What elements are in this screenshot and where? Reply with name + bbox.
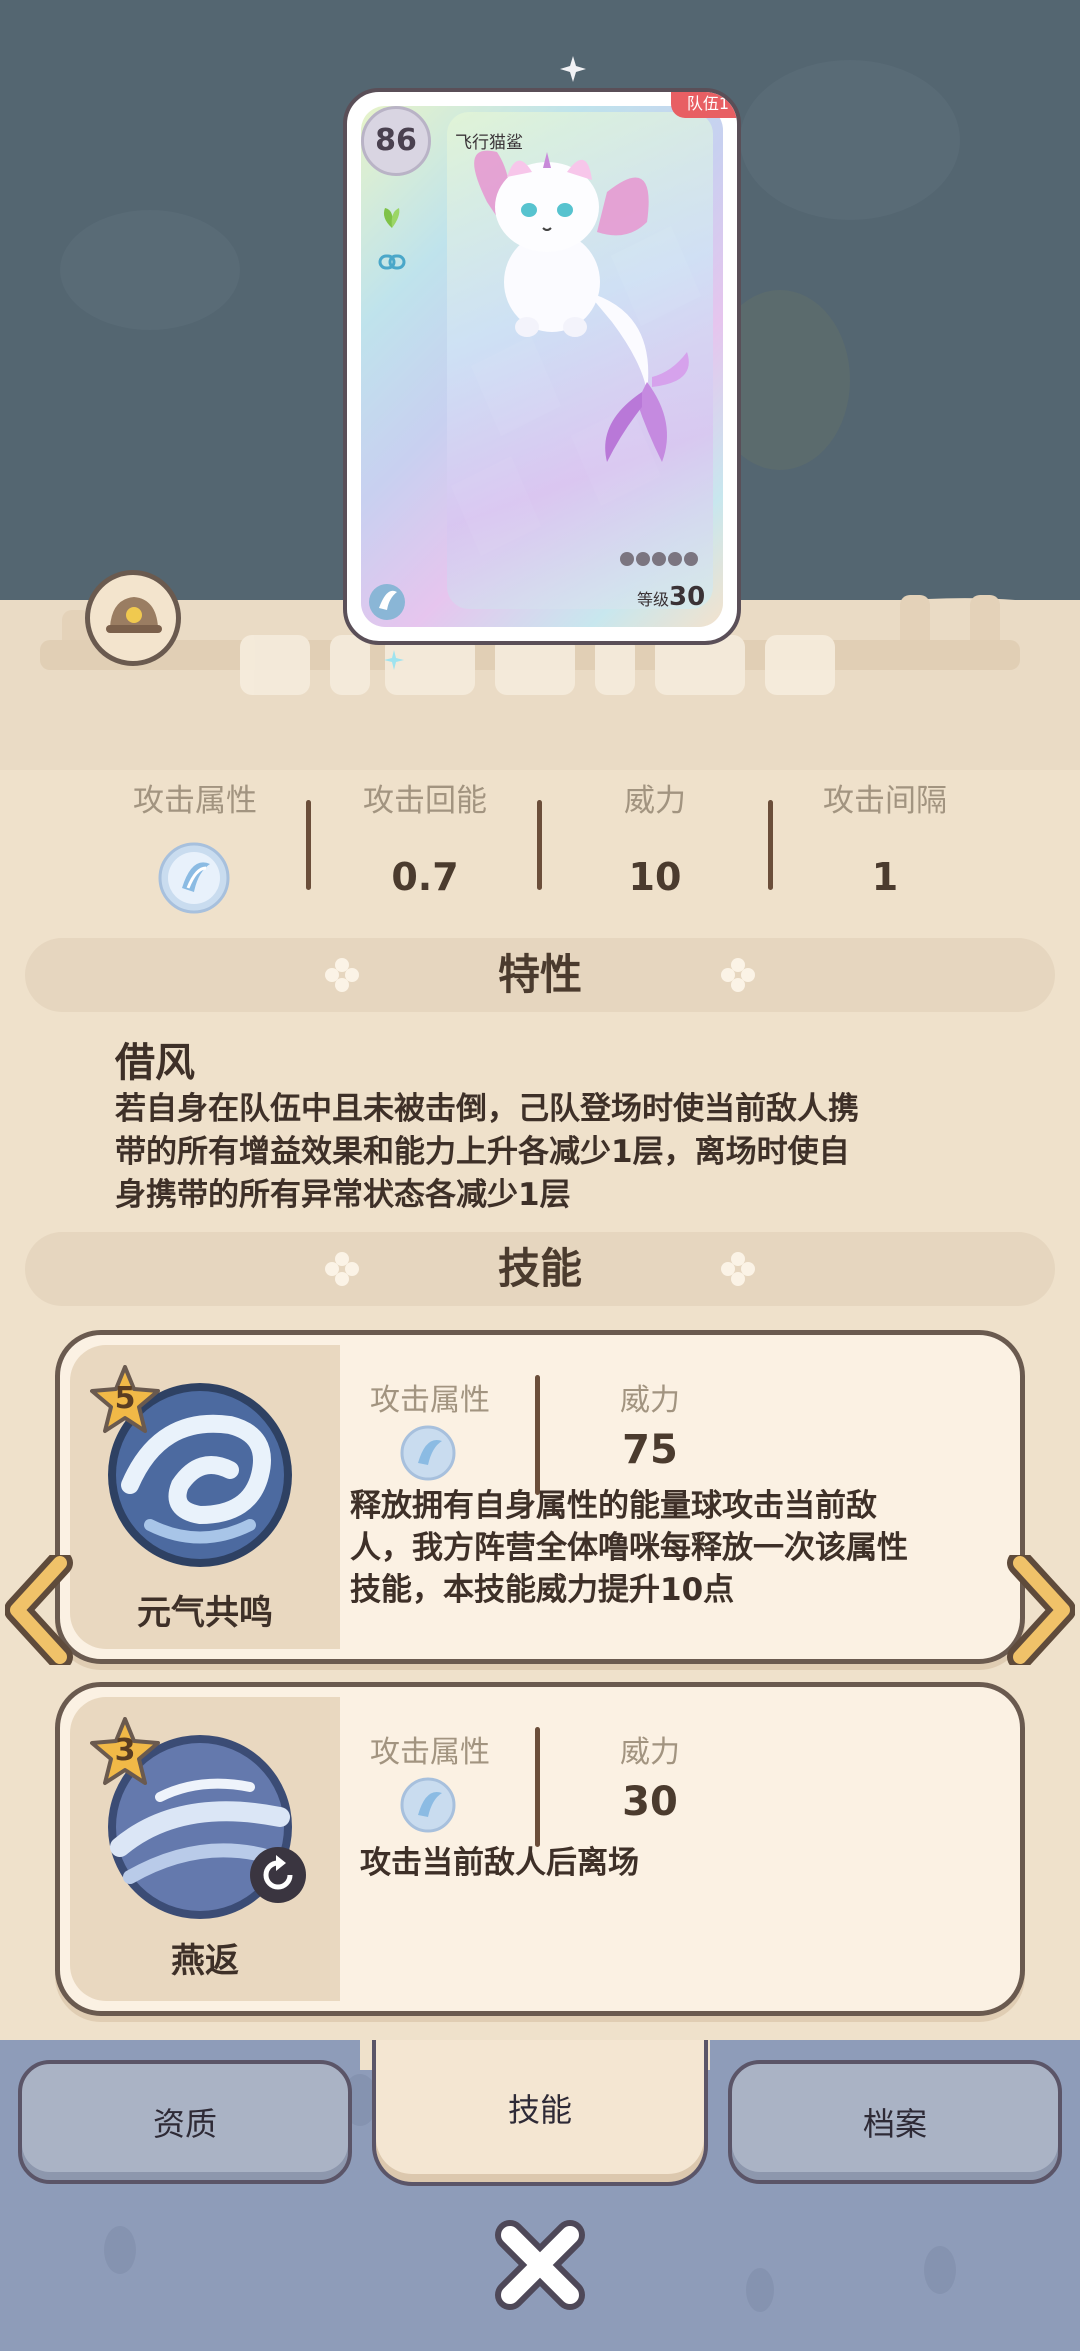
tab-profile[interactable]: 档案 xyxy=(728,2060,1062,2184)
skill-name: 元气共鸣 xyxy=(137,1593,273,1633)
trait-desc-line: 身携带的所有异常状态各减少1层 xyxy=(115,1177,571,1210)
tab-skills[interactable]: 技能 xyxy=(372,2040,708,2186)
stat-label-attack-interval: 攻击间隔 xyxy=(823,783,947,819)
flower-deco-icon xyxy=(721,1252,755,1286)
skill-card[interactable]: 5 元气共鸣 攻击属性 威力 75 释放拥有自身属性的能量球攻击当前敌 人，我方… xyxy=(55,1330,1025,1664)
stat-value-attack-interval: 1 xyxy=(871,855,899,899)
skill-desc-line: 释放拥有自身属性的能量球攻击当前敌 xyxy=(350,1488,877,1524)
divider xyxy=(768,800,773,890)
sparkle-icon xyxy=(560,56,586,82)
stat-label-attack-attribute: 攻击属性 xyxy=(133,783,257,819)
equipment-button[interactable] xyxy=(85,570,181,666)
wind-element-icon xyxy=(400,1425,456,1481)
close-button[interactable] xyxy=(490,2215,590,2315)
card-score: 86 xyxy=(361,106,431,176)
star-rank-icon xyxy=(620,552,698,566)
team-badge: 队伍1 xyxy=(671,92,737,118)
flower-deco-icon xyxy=(721,958,755,992)
wind-element-icon xyxy=(400,1777,456,1833)
skill-power-value: 30 xyxy=(622,1779,678,1825)
sparkle-icon xyxy=(384,650,404,670)
wind-element-icon xyxy=(158,842,230,914)
next-arrow-button[interactable] xyxy=(1005,1555,1075,1665)
wind-element-icon xyxy=(369,584,405,620)
divider xyxy=(535,1375,540,1495)
helmet-icon xyxy=(106,597,162,633)
stat-label-energy-regen: 攻击回能 xyxy=(363,783,487,819)
chain-icon xyxy=(378,254,406,270)
divider xyxy=(535,1727,540,1847)
cycle-icon xyxy=(250,1847,306,1903)
skills-section-banner: 技能 xyxy=(25,1232,1055,1306)
skill-name: 燕返 xyxy=(171,1941,239,1981)
skill-attr-label: 攻击属性 xyxy=(370,1735,490,1770)
skill-power-label: 威力 xyxy=(620,1735,680,1770)
skill-power-value: 75 xyxy=(622,1427,678,1473)
tab-aptitude[interactable]: 资质 xyxy=(18,2060,352,2184)
trait-name: 借风 xyxy=(115,1040,195,1086)
skill-description: 释放拥有自身属性的能量球攻击当前敌 人，我方阵营全体噜咪每释放一次该属性 技能，… xyxy=(350,1485,1000,1611)
level-value: 30 xyxy=(669,582,706,612)
trait-scroll-area[interactable]: 借风 若自身在队伍中且未被击倒，己队登场时使当前敌人携 带的所有增益效果和能力上… xyxy=(115,1030,955,1210)
trait-section-title: 特性 xyxy=(497,950,582,999)
trait-desc-line: 带的所有增益效果和能力上升各减少1层，离场时使自 xyxy=(115,1134,850,1170)
trait-desc-line: 若自身在队伍中且未被击倒，己队登场时使当前敌人携 xyxy=(115,1091,859,1127)
divider xyxy=(537,800,542,890)
leaf-icon xyxy=(383,208,400,228)
card-character-name: 飞行猫鲨 xyxy=(455,133,523,153)
stat-value-energy-regen: 0.7 xyxy=(391,855,459,899)
close-icon xyxy=(495,2220,585,2310)
skill-desc-line: 攻击当前敌人后离场 xyxy=(360,1845,639,1881)
level-label: 等级 xyxy=(637,590,670,609)
stat-label-power: 威力 xyxy=(624,783,686,819)
divider xyxy=(306,800,311,890)
skill-desc-line: 技能，本技能威力提升10点 xyxy=(350,1572,735,1608)
card-level: 等级30 xyxy=(637,582,705,612)
stat-value-power: 10 xyxy=(628,855,682,899)
skills-section-title: 技能 xyxy=(497,1244,582,1293)
skill-cost: 3 xyxy=(114,1733,136,1768)
character-card[interactable]: 86 飞行猫鲨 队伍1 等级30 xyxy=(343,88,741,645)
previous-arrow-button[interactable] xyxy=(5,1555,75,1665)
skill-card[interactable]: 3 燕返 攻击属性 威力 30 攻击当前敌人后离场 xyxy=(55,1682,1025,2016)
skill-power-label: 威力 xyxy=(620,1383,680,1418)
skill-cost: 5 xyxy=(114,1381,136,1416)
skill-attr-label: 攻击属性 xyxy=(370,1383,490,1418)
skill-desc-line: 人，我方阵营全体噜咪每释放一次该属性 xyxy=(350,1530,908,1566)
trait-section-banner: 特性 xyxy=(25,938,1055,1012)
flying-cat-shark-illustration xyxy=(474,150,689,462)
